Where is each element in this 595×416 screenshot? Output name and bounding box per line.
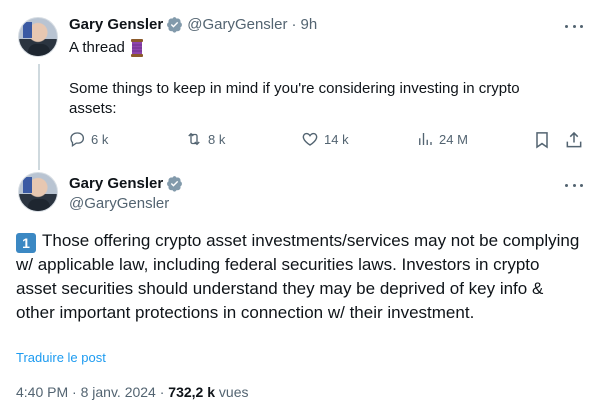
like-button[interactable]: 14 k	[301, 130, 349, 148]
post-date[interactable]: 8 janv. 2024	[81, 384, 156, 400]
views-total: 732,2 k	[168, 384, 216, 400]
thread-spool-icon	[130, 39, 143, 57]
more-icon[interactable]	[565, 176, 583, 194]
reply-button[interactable]: 6 k	[68, 130, 108, 148]
avatar[interactable]	[18, 172, 58, 212]
author-handle[interactable]: @GaryGensler	[69, 195, 169, 212]
views-button[interactable]: 24 M	[416, 130, 468, 148]
tweet2-body: 1 Those offering crypto asset investments…	[16, 229, 581, 325]
post-meta: 4:40 PM · 8 janv. 2024 · 732,2 k vues	[16, 384, 248, 400]
thread-line	[38, 64, 40, 170]
avatar-flag	[23, 22, 32, 38]
author-name[interactable]: Gary Gensler	[69, 16, 163, 33]
retweet-count: 8 k	[208, 131, 226, 147]
views-count: 24 M	[439, 131, 468, 147]
share-icon[interactable]	[564, 130, 584, 150]
author-name[interactable]: Gary Gensler	[69, 175, 163, 192]
more-icon[interactable]	[565, 17, 583, 35]
reply-count: 6 k	[91, 131, 109, 147]
meta-dot: ·	[72, 384, 77, 400]
post-time[interactable]: 9h	[300, 16, 317, 33]
tweet2-header: Gary Gensler	[69, 175, 183, 192]
meta-dot: ·	[159, 384, 165, 400]
translate-link[interactable]: Traduire le post	[16, 350, 106, 365]
post-timestamp[interactable]: 4:40 PM	[16, 384, 68, 400]
thread-text: A thread	[69, 39, 125, 56]
retweet-button[interactable]: 8 k	[185, 130, 225, 148]
tweet1-header: Gary Gensler @GaryGensler · 9h	[69, 16, 317, 33]
like-count: 14 k	[324, 131, 349, 147]
bookmark-icon[interactable]	[532, 130, 552, 150]
action-bar: 6 k 8 k 14 k 24 M	[68, 130, 584, 152]
avatar-body	[28, 199, 50, 211]
views-icon	[419, 133, 432, 145]
like-icon	[302, 132, 318, 146]
avatar-body	[28, 44, 50, 56]
verified-icon[interactable]	[166, 16, 183, 33]
author-handle[interactable]: @GaryGensler	[187, 16, 287, 33]
avatar-flag	[23, 177, 32, 193]
avatar[interactable]	[18, 17, 58, 57]
verified-icon[interactable]	[166, 175, 183, 192]
retweet-icon	[188, 132, 200, 146]
tweet1-line2: Some things to keep in mind if you're co…	[69, 80, 520, 117]
keycap-one-icon: 1	[16, 233, 36, 253]
views-label: vues	[218, 384, 249, 400]
reply-icon	[70, 132, 85, 148]
separator: ·	[291, 16, 297, 33]
tweet2-body-text: Those offering crypto asset investments/…	[16, 231, 580, 322]
tweet1-line1: A thread	[69, 38, 145, 58]
